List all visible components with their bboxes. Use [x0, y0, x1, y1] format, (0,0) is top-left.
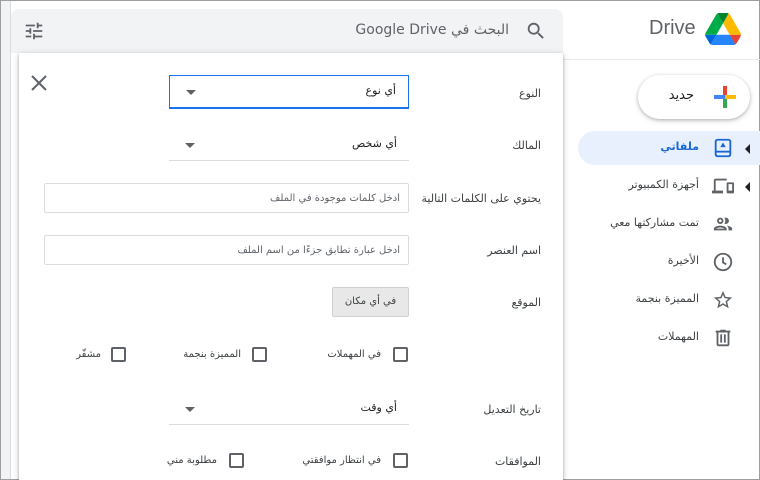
type-select-value: أي نوع [365, 84, 396, 97]
sidebar-item-label: تمت مشاركتها معي [610, 216, 699, 229]
search-placeholder: البحث في Google Drive [355, 22, 509, 38]
date-modified-select-value: أي وقت [360, 401, 397, 414]
requested-by-me-checkbox[interactable] [229, 453, 244, 468]
owner-select-value: أي شخص [352, 137, 397, 150]
in-trash-checkbox[interactable] [393, 347, 408, 362]
my-drive-icon [712, 137, 734, 159]
new-button-label: جديد [668, 88, 694, 103]
type-select[interactable]: أي نوع [169, 75, 409, 109]
in-trash-label: في المهملات [327, 349, 381, 360]
chevron-down-icon [185, 143, 195, 148]
chevron-down-icon [186, 90, 196, 95]
search-icon[interactable] [525, 20, 547, 42]
date-modified-select[interactable]: أي وقت [169, 393, 409, 425]
encrypted-label: مشفّر [76, 349, 101, 360]
shared-icon [712, 213, 734, 235]
search-options-icon[interactable] [23, 20, 45, 42]
sidebar-item-recent[interactable]: الأخيرة [578, 245, 760, 279]
plus-icon [712, 84, 738, 110]
awaiting-approval-checkbox[interactable] [393, 453, 408, 468]
computers-icon [712, 175, 734, 197]
chevron-down-icon [185, 407, 195, 412]
has-words-input[interactable] [44, 183, 409, 213]
sidebar-item-label: ملفاتي [660, 140, 699, 153]
search-bar[interactable]: البحث في Google Drive [11, 9, 563, 53]
drive-logo[interactable]: Drive [649, 11, 749, 51]
new-button[interactable]: جديد [638, 75, 750, 119]
sidebar-item-shared[interactable]: تمت مشاركتها معي [578, 207, 760, 241]
requested-by-me-label: مطلوبة مني [166, 455, 217, 466]
starred-checkbox[interactable] [252, 347, 267, 362]
header-divider [563, 59, 760, 60]
item-name-input[interactable] [44, 235, 409, 265]
recent-icon [712, 251, 734, 273]
item-name-label: اسم العنصر [487, 244, 541, 257]
awaiting-approval-label: في انتظار موافقتي [302, 455, 381, 466]
expand-arrow-icon[interactable] [743, 141, 751, 155]
sidebar-item-label: المميزة بنجمة [635, 292, 699, 305]
location-label: الموقع [511, 296, 541, 309]
sidebar-item-starred[interactable]: المميزة بنجمة [578, 283, 760, 317]
type-label: النوع [519, 87, 541, 100]
approvals-label: الموافقات [494, 455, 541, 468]
starred-label: المميزة بنجمة [183, 349, 241, 360]
trash-icon [712, 327, 734, 349]
left-edge-strip [1, 1, 11, 479]
location-button[interactable]: في أي مكان [332, 287, 409, 317]
sidebar-item-my-drive[interactable]: ملفاتي [578, 131, 760, 165]
sidebar-item-label: الأخيرة [667, 254, 699, 267]
advanced-search-dialog: النوع أي نوع المالك أي شخص يحتوي على الك… [19, 53, 563, 480]
brand-name: Drive [649, 17, 696, 39]
has-words-label: يحتوي على الكلمات التالية [421, 192, 541, 205]
drive-logo-icon [705, 13, 741, 45]
sidebar-item-label: أجهزة الكمبيوتر [628, 178, 699, 191]
sidebar-item-label: المهملات [657, 330, 699, 343]
expand-arrow-icon[interactable] [743, 179, 751, 193]
sidebar-item-computers[interactable]: أجهزة الكمبيوتر [578, 169, 760, 203]
date-modified-label: تاريخ التعديل [483, 403, 541, 416]
owner-select[interactable]: أي شخص [169, 129, 409, 161]
close-icon[interactable] [29, 73, 49, 93]
star-icon [712, 289, 734, 311]
encrypted-checkbox[interactable] [111, 347, 126, 362]
owner-label: المالك [512, 139, 541, 152]
sidebar-item-trash[interactable]: المهملات [578, 321, 760, 355]
